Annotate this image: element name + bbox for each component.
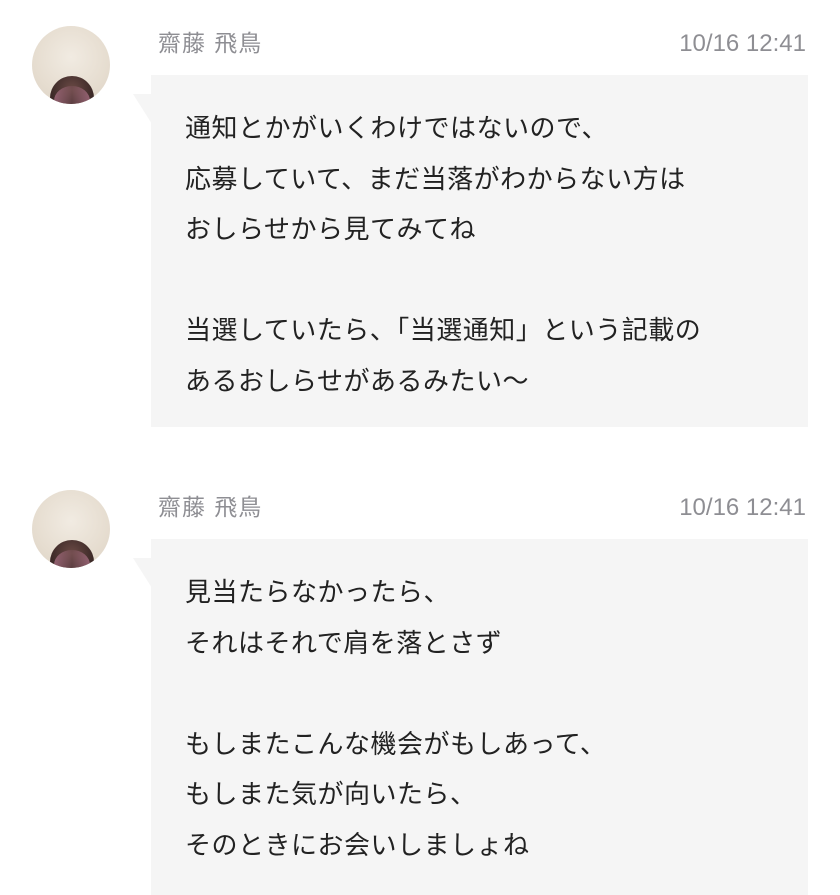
message-bubble[interactable]: 通知とかがいくわけではないので、 応募していて、まだ当落がわからない方は おしら… bbox=[151, 75, 808, 427]
chat-message: 齋藤 飛鳥 10/16 12:41 見当たらなかったら、 それはそれで肩を落とさ… bbox=[0, 464, 840, 895]
message-line: 見当たらなかったら、 bbox=[185, 578, 451, 608]
message-line: あるおしらせがあるみたい〜 bbox=[185, 366, 529, 397]
message-line bbox=[185, 669, 774, 720]
chat-message: 齋藤 飛鳥 10/16 12:41 通知とかがいくわけではないので、 応募してい… bbox=[0, 0, 840, 440]
avatar[interactable] bbox=[32, 490, 110, 568]
message-line: おしらせから見てみてね bbox=[185, 215, 476, 245]
message-line: 当選していたら、「当選通知」という記載の bbox=[185, 316, 702, 346]
message-line: そのときにお会いしましょね bbox=[185, 830, 530, 861]
message-bubble[interactable]: 見当たらなかったら、 それはそれで肩を落とさず もしまたこんな機会がもしあって、… bbox=[151, 539, 808, 895]
message-timestamp: 10/16 12:41 bbox=[679, 494, 806, 521]
message-timestamp: 10/16 12:41 bbox=[679, 30, 806, 57]
message-line bbox=[185, 256, 774, 307]
message-line: それはそれで肩を落とさず bbox=[185, 628, 503, 659]
sender-name: 齋藤 飛鳥 bbox=[158, 495, 263, 521]
message-line: もしまたこんな機会がもしあって、 bbox=[185, 729, 607, 760]
message-line: 応募していて、まだ当落がわからない方は bbox=[185, 164, 686, 195]
sender-name: 齋藤 飛鳥 bbox=[158, 31, 263, 57]
message-line: 通知とかがいくわけではないので、 bbox=[185, 114, 608, 144]
bubble-tail bbox=[133, 94, 152, 124]
message-line: もしまた気が向いたら、 bbox=[185, 780, 477, 810]
bubble-tail bbox=[133, 558, 152, 588]
avatar[interactable] bbox=[32, 26, 110, 104]
